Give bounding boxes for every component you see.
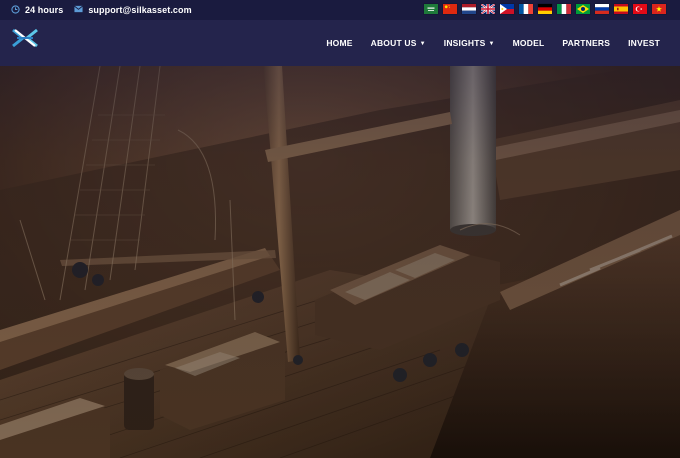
top-info-bar: 24 hours support@silkasset.com	[0, 0, 680, 20]
russian-flag[interactable]	[595, 4, 609, 14]
nav-item-home[interactable]: HOME	[326, 38, 352, 48]
portuguese-flag[interactable]	[576, 4, 590, 14]
hours-text: 24 hours	[25, 5, 64, 15]
nav-item-about-us[interactable]: ABOUT US ▼	[371, 38, 426, 48]
dutch-flag[interactable]	[462, 4, 476, 14]
vietnamese-flag[interactable]	[652, 4, 666, 14]
silkasset-logo[interactable]	[11, 27, 39, 49]
chinese-flag[interactable]	[443, 4, 457, 14]
main-navbar: HOME ABOUT US ▼ INSIGHTS ▼ MODEL PARTNERS …	[0, 20, 680, 66]
french-flag[interactable]	[519, 4, 533, 14]
nav-item-label: ABOUT US	[370, 38, 417, 48]
nav-item-insights[interactable]: INSIGHTS ▼	[444, 38, 495, 48]
spanish-flag[interactable]	[614, 4, 628, 14]
english-flag[interactable]	[481, 4, 495, 14]
primary-menu: HOME ABOUT US ▼ INSIGHTS ▼ MODEL PARTNERS …	[308, 20, 660, 66]
nav-item-model[interactable]: MODEL	[513, 38, 545, 48]
filipino-flag[interactable]	[500, 4, 514, 14]
italian-flag[interactable]	[557, 4, 571, 14]
envelope-icon	[74, 5, 84, 15]
nav-item-label: HOME	[326, 38, 353, 48]
german-flag[interactable]	[538, 4, 552, 14]
turkish-flag[interactable]	[633, 4, 647, 14]
nav-item-invest[interactable]: INVEST	[628, 38, 660, 48]
language-selector	[424, 4, 666, 14]
hours-info: 24 hours	[11, 4, 64, 16]
nav-item-label: INSIGHTS	[443, 38, 486, 48]
email-info[interactable]: support@silkasset.com	[74, 5, 192, 15]
email-link[interactable]: support@silkasset.com	[88, 5, 191, 15]
hero-background-image	[0, 0, 680, 458]
nav-item-label: INVEST	[628, 38, 660, 48]
nav-item-partners[interactable]: PARTNERS	[562, 38, 610, 48]
arabic-flag[interactable]	[424, 4, 438, 14]
nav-item-label: MODEL	[512, 38, 545, 48]
clock-icon	[11, 4, 20, 16]
caret-down-icon: ▼	[419, 41, 426, 47]
nav-item-label: PARTNERS	[562, 38, 611, 48]
caret-down-icon: ▼	[488, 41, 495, 47]
